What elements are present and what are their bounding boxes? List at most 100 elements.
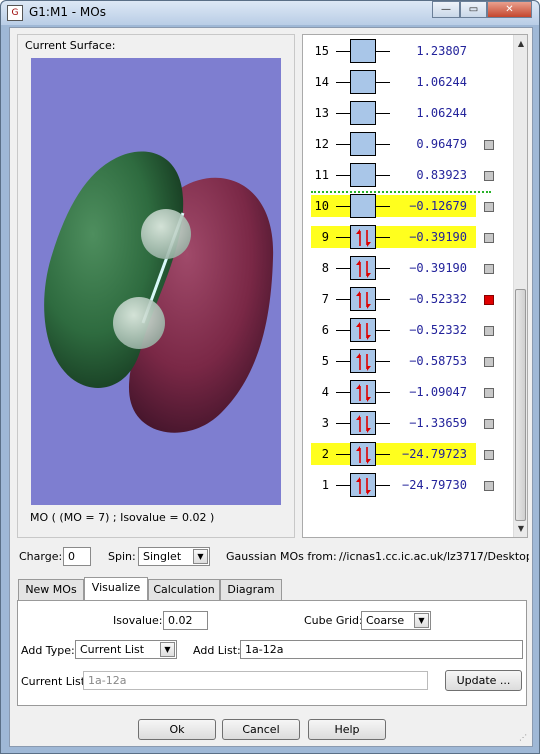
orbital-box[interactable] [350,349,376,373]
add-list-field[interactable]: 1a-12a [240,640,523,659]
mo-checkbox[interactable] [484,171,494,181]
resize-grip-icon[interactable]: ⋰ [519,733,529,743]
source-label: Gaussian MOs from: [226,550,337,563]
mo-number: 12 [314,137,329,151]
mo-row[interactable]: 6 −0.52332 [303,317,515,345]
mo-number: 11 [314,168,329,182]
mo-energy: −0.58753 [409,354,467,368]
mo-checkbox[interactable] [484,233,494,243]
spin-label: Spin: [108,550,136,563]
tab-new-mos[interactable]: New MOs [18,579,84,600]
update-button[interactable]: Update ... [445,670,522,691]
orbital-viewport[interactable] [31,58,281,505]
orbital-box[interactable] [350,473,376,497]
mo-energy-list[interactable]: 15 1.23807 14 1.06244 13 1.06244 12 0.96479 11 0.… [302,34,528,538]
orbital-box[interactable] [350,194,376,218]
orbital-box[interactable] [350,256,376,280]
mo-row[interactable]: 12 0.96479 [303,131,515,159]
mo-energy: −1.33659 [409,416,467,430]
mo-number: 5 [321,354,329,368]
level-line [336,454,350,455]
electron-pair-icon [356,322,371,340]
mo-row[interactable]: 14 1.06244 [303,69,515,97]
orbital-box[interactable] [350,380,376,404]
spin-select[interactable]: Singlet ▼ [138,547,210,566]
title-bar[interactable]: G G1:M1 - MOs — ▭ ✕ [1,1,539,25]
level-line [336,51,350,52]
mo-row[interactable]: 9 −0.39190 [303,224,515,252]
mo-row[interactable]: 3 −1.33659 [303,410,515,438]
mo-row[interactable]: 11 0.83923 [303,162,515,190]
mo-row[interactable]: 10 −0.12679 [303,193,515,221]
orbital-box[interactable] [350,70,376,94]
mo-row[interactable]: 15 1.23807 [303,38,515,66]
mo-energy: −0.39190 [409,230,467,244]
chevron-down-icon[interactable]: ▼ [160,642,175,657]
mo-row[interactable]: 8 −0.39190 [303,255,515,283]
dialog-body: Current Surface: MO ((MO = 7) ; Isovalu… [9,27,533,747]
scroll-up-arrow-icon[interactable]: ▲ [514,37,528,51]
add-type-select[interactable]: Current List ▼ [75,640,177,659]
mo-energy: −24.79723 [401,447,467,461]
orbital-box[interactable] [350,318,376,342]
mo-row[interactable]: 13 1.06244 [303,100,515,128]
mo-row[interactable]: 4 −1.09047 [303,379,515,407]
mo-row[interactable]: 5 −0.58753 [303,348,515,376]
ok-button[interactable]: Ok [138,719,216,740]
atom-h1 [141,209,191,259]
mo-checkbox[interactable] [484,450,494,460]
chevron-down-icon[interactable]: ▼ [193,549,208,564]
mo-energy: −0.39190 [409,261,467,275]
charge-field[interactable]: 0 [63,547,91,566]
chevron-down-icon[interactable]: ▼ [414,613,429,628]
orbital-box[interactable] [350,411,376,435]
electron-pair-icon [356,229,371,247]
mo-row[interactable]: 1 −24.79730 [303,472,515,500]
maximize-button[interactable]: ▭ [460,1,487,18]
mo-checkbox[interactable] [484,357,494,367]
cube-grid-select[interactable]: Coarse ▼ [361,611,431,630]
selected-mo-checkbox[interactable] [484,295,494,305]
help-button[interactable]: Help [308,719,386,740]
add-type-value: Current List [80,643,145,656]
scroll-down-arrow-icon[interactable]: ▼ [514,522,528,536]
tab-calculation[interactable]: Calculation [148,579,220,600]
mo-number: 15 [314,44,329,58]
add-type-label: Add Type: [21,644,75,657]
level-line [336,299,350,300]
mo-energy: −24.79730 [401,478,467,492]
orbital-box[interactable] [350,442,376,466]
mo-energy: 0.83923 [416,168,467,182]
mo-checkbox[interactable] [484,140,494,150]
orbital-box[interactable] [350,287,376,311]
mo-energy: 1.06244 [416,106,467,120]
tab-diagram[interactable]: Diagram [220,579,282,600]
orbital-box[interactable] [350,101,376,125]
orbital-box[interactable] [350,225,376,249]
mo-checkbox[interactable] [484,419,494,429]
mo-row[interactable]: 2 −24.79723 [303,441,515,469]
current-list-label: Current List: [21,675,89,688]
orbital-box[interactable] [350,39,376,63]
orbital-box[interactable] [350,163,376,187]
cancel-button[interactable]: Cancel [222,719,300,740]
tab-visualize[interactable]: Visualize [84,577,148,601]
minimize-button[interactable]: — [432,1,460,18]
close-button[interactable]: ✕ [487,1,532,18]
mo-list-scrollbar[interactable]: ▲ ▼ [513,35,527,537]
mo-energy: 1.23807 [416,44,467,58]
mo-checkbox[interactable] [484,388,494,398]
current-list-field: 1a-12a [83,671,428,690]
level-line [336,361,350,362]
scroll-thumb[interactable] [515,289,526,521]
cube-grid-label: Cube Grid: [304,614,363,627]
mo-checkbox[interactable] [484,481,494,491]
mo-row[interactable]: 7 −0.52332 [303,286,515,314]
atom-h2 [113,297,165,349]
mo-checkbox[interactable] [484,264,494,274]
mo-checkbox[interactable] [484,326,494,336]
isovalue-field[interactable]: 0.02 [163,611,208,630]
orbital-box[interactable] [350,132,376,156]
cube-grid-value: Coarse [366,614,405,627]
mo-checkbox[interactable] [484,202,494,212]
